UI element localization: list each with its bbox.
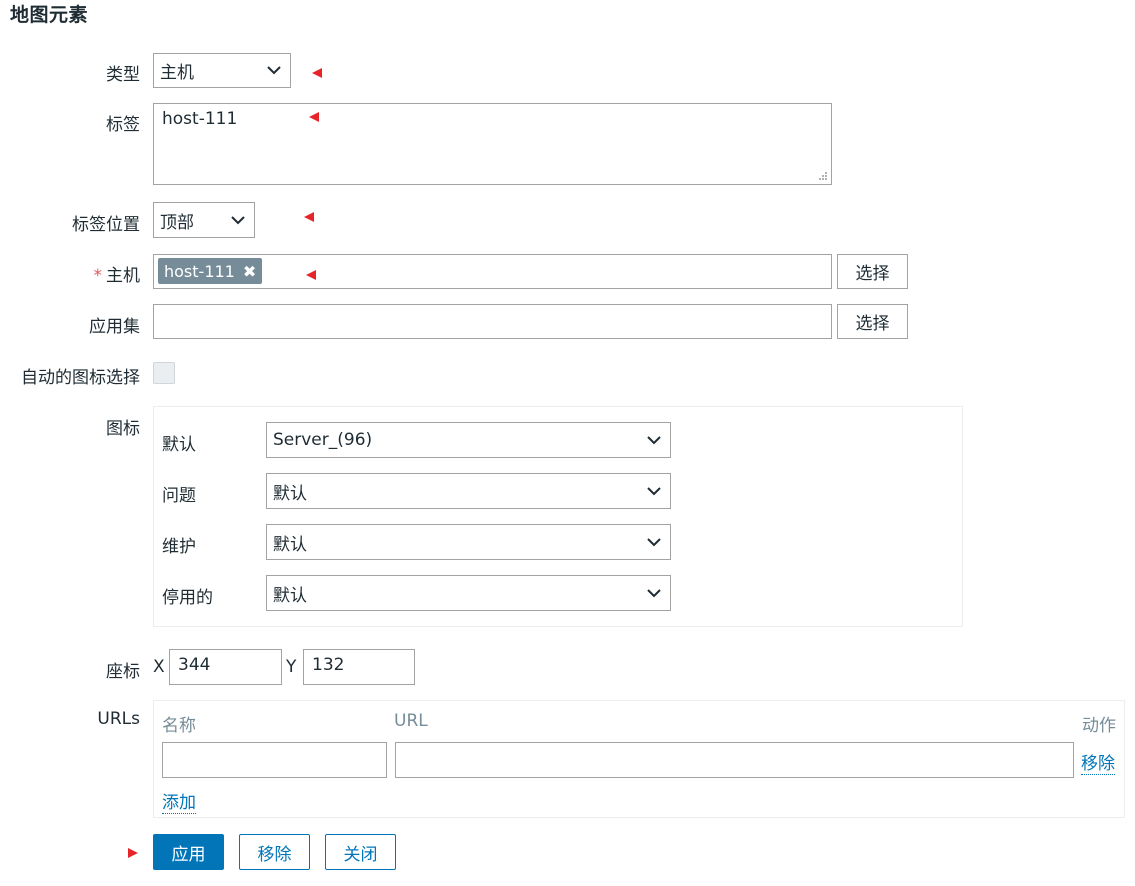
- chevron-down-icon: [646, 585, 662, 601]
- app-set-label: 应用集: [89, 317, 140, 337]
- label-textarea[interactable]: host-111: [153, 103, 832, 185]
- label-position-value: 顶部: [160, 212, 194, 233]
- urls-col-url: URL: [394, 711, 428, 731]
- url-name-input[interactable]: [162, 742, 387, 778]
- urls-label: URLs: [97, 709, 140, 729]
- host-label-text: 主机: [106, 266, 140, 286]
- icon-default-select[interactable]: Server_(96): [266, 422, 671, 458]
- label-field-label: 标签: [106, 115, 140, 135]
- url-add-link[interactable]: 添加: [162, 788, 196, 814]
- type-select[interactable]: 主机: [153, 53, 291, 88]
- y-label: Y: [286, 657, 297, 677]
- host-tag-label: host-111: [164, 261, 235, 281]
- chevron-down-icon: [230, 212, 246, 228]
- x-coordinate-input[interactable]: 344: [169, 649, 282, 685]
- icon-default-value: Server_(96): [273, 430, 373, 450]
- y-coordinate-input[interactable]: 132: [303, 649, 415, 685]
- annotation-marker: [312, 68, 322, 78]
- annotation-marker: [306, 270, 316, 280]
- urls-col-name: 名称: [162, 716, 196, 736]
- remove-tag-icon[interactable]: ✖: [243, 262, 256, 281]
- type-label: 类型: [106, 65, 140, 85]
- urls-panel: 名称 URL 动作 移除 添加: [153, 700, 1125, 818]
- chevron-down-icon: [646, 483, 662, 499]
- icon-maintenance-label: 维护: [162, 537, 196, 557]
- icon-maintenance-select[interactable]: 默认: [266, 524, 671, 560]
- annotation-marker: [128, 848, 138, 858]
- chevron-down-icon: [646, 432, 662, 448]
- annotation-marker: [309, 112, 319, 122]
- icon-disabled-value: 默认: [273, 585, 307, 606]
- host-label: * 主机: [0, 261, 141, 286]
- apply-button[interactable]: 应用: [153, 834, 224, 870]
- auto-icon-label: 自动的图标选择: [21, 368, 140, 388]
- chevron-down-icon: [266, 63, 282, 79]
- type-select-value: 主机: [160, 63, 194, 83]
- resize-handle-icon[interactable]: [818, 171, 828, 181]
- url-remove-link[interactable]: 移除: [1081, 749, 1115, 775]
- x-label: X: [153, 657, 165, 677]
- annotation-marker: [304, 212, 314, 222]
- icon-disabled-select[interactable]: 默认: [266, 575, 671, 611]
- host-tag: host-111 ✖: [158, 258, 263, 284]
- chevron-down-icon: [646, 534, 662, 550]
- app-set-input[interactable]: [153, 304, 832, 339]
- icon-problem-select[interactable]: 默认: [266, 473, 671, 509]
- icon-maintenance-value: 默认: [273, 534, 307, 555]
- url-input[interactable]: [395, 742, 1074, 778]
- icon-problem-label: 问题: [162, 486, 196, 506]
- icon-default-label: 默认: [162, 435, 196, 455]
- icon-disabled-label: 停用的: [162, 588, 213, 608]
- app-set-select-button[interactable]: 选择: [837, 304, 908, 339]
- host-select-button[interactable]: 选择: [837, 254, 908, 289]
- page-title: 地图元素: [10, 4, 89, 26]
- label-textarea-value: host-111: [162, 109, 238, 129]
- y-coordinate-value: 132: [312, 655, 345, 675]
- icons-label: 图标: [106, 419, 140, 439]
- urls-col-action: 动作: [1082, 716, 1116, 736]
- label-position-select[interactable]: 顶部: [153, 202, 255, 238]
- icons-panel: 默认 Server_(96) 问题 默认 维护 默认 停用的 默认: [153, 406, 963, 627]
- remove-button[interactable]: 移除: [239, 834, 310, 870]
- icon-problem-value: 默认: [273, 483, 307, 504]
- host-multiselect[interactable]: host-111 ✖: [153, 254, 832, 289]
- x-coordinate-value: 344: [178, 655, 211, 675]
- auto-icon-checkbox[interactable]: [153, 362, 175, 384]
- close-button[interactable]: 关闭: [325, 834, 396, 870]
- label-position-label: 标签位置: [72, 215, 140, 235]
- required-mark: *: [93, 266, 103, 286]
- coords-label: 座标: [106, 662, 140, 682]
